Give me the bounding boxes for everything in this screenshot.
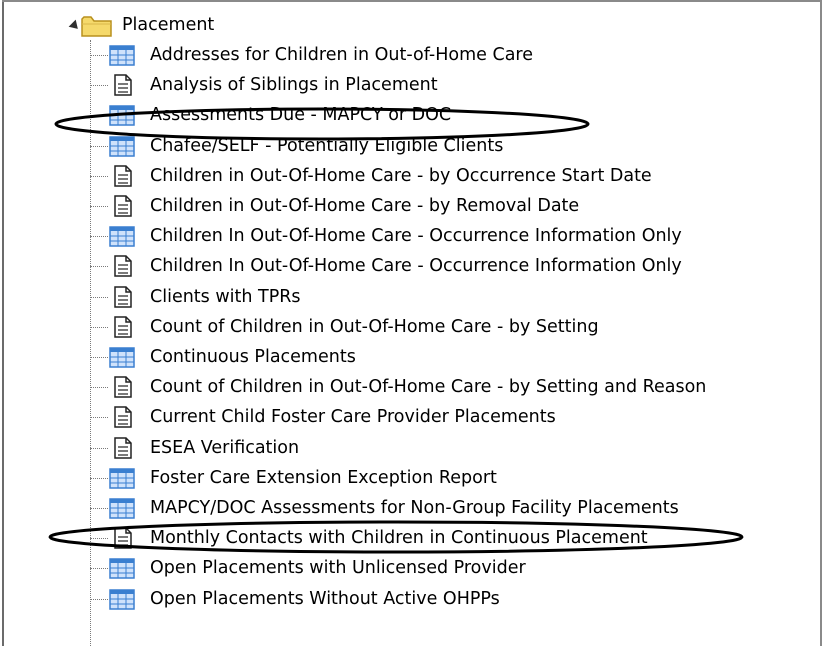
- tree-item-label: Addresses for Children in Out-of-Home Ca…: [150, 45, 534, 65]
- tree-connector-line: [90, 568, 108, 570]
- tree-item-label: Open Placements with Unlicensed Provider: [150, 558, 526, 579]
- document-icon: [114, 406, 132, 429]
- tree-item-label: ESEA Verification: [150, 437, 300, 458]
- report-grid-icon: [109, 135, 135, 157]
- tree-item-label: Chafee/SELF - Potentially Eligible Clien…: [150, 135, 504, 156]
- report-grid-icon: [109, 226, 135, 247]
- tree-connector-line: [90, 266, 108, 268]
- tree-connector-line: [90, 357, 108, 358]
- tree-item-label: Monthly Contacts with Children in Contin…: [150, 528, 648, 549]
- document-icon: [114, 195, 132, 217]
- document-icon: [114, 316, 132, 338]
- document-icon: [114, 255, 132, 278]
- tree-root-label-placement[interactable]: Placement: [122, 10, 214, 40]
- tree-item[interactable]: Count of Children in Out-Of-Home Care - …: [0, 372, 820, 402]
- tree-connector-line: [90, 145, 108, 147]
- report-grid-icon: [109, 347, 135, 368]
- tree-connector-line: [90, 206, 108, 207]
- tree-connector-line: [90, 477, 108, 479]
- tree-connector-line: [90, 538, 108, 540]
- tree-item-label: Continuous Placements: [150, 347, 356, 367]
- document-icon: [114, 436, 132, 459]
- document-icon: [114, 527, 132, 549]
- tree-item[interactable]: ESEA Verification: [0, 433, 820, 463]
- report-grid-icon: [109, 498, 135, 519]
- panel-border-top: [2, 0, 822, 2]
- tree-item[interactable]: Monthly Contacts with Children in Contin…: [0, 523, 820, 553]
- tree-item-label: Open Placements Without Active OHPPs: [150, 588, 500, 609]
- tree-connector-line: [90, 417, 108, 419]
- report-grid-icon: [109, 468, 135, 489]
- tree-connector-line: [90, 296, 108, 298]
- tree-connector-line: [90, 447, 108, 449]
- tree-item-label: Clients with TPRs: [150, 286, 301, 307]
- tree-item[interactable]: Children in Out-Of-Home Care - by Occurr…: [0, 161, 820, 191]
- tree-item-label: Current Child Foster Care Provider Place…: [150, 407, 556, 428]
- tree-item-label: Children in Out-Of-Home Care - by Occurr…: [150, 165, 652, 186]
- tree-connector-line: [90, 508, 108, 509]
- tree-item[interactable]: Foster Care Extension Exception Report: [0, 463, 820, 493]
- tree-item[interactable]: Children In Out-Of-Home Care - Occurrenc…: [0, 221, 820, 251]
- tree-panel: Placement Addresses for Children in Out-…: [0, 0, 830, 646]
- tree-item[interactable]: Children In Out-Of-Home Care - Occurrenc…: [0, 251, 820, 281]
- document-icon: [114, 74, 132, 96]
- tree-item[interactable]: Continuous Placements: [0, 342, 820, 372]
- report-grid-icon: [109, 588, 135, 610]
- tree-item-label: Analysis of Siblings in Placement: [150, 75, 438, 96]
- tree-connector-line: [90, 55, 108, 56]
- tree-item-label: Assessments Due - MAPCY or DOC: [150, 105, 452, 126]
- tree-item-label: Foster Care Extension Exception Report: [150, 467, 497, 488]
- tree-item-label: Count of Children in Out-Of-Home Care - …: [150, 377, 707, 398]
- document-icon: [114, 165, 132, 187]
- tree-connector-line: [90, 115, 108, 117]
- panel-border-right: [820, 0, 822, 646]
- tree-item[interactable]: Open Placements with Unlicensed Provider: [0, 553, 820, 583]
- tree-item-label: Count of Children in Out-Of-Home Care - …: [150, 316, 599, 337]
- tree-item[interactable]: Current Child Foster Care Provider Place…: [0, 402, 820, 432]
- tree-item-label: Children in Out-Of-Home Care - by Remova…: [150, 196, 580, 216]
- tree-connector-line: [90, 175, 108, 177]
- tree-connector-line: [90, 598, 108, 600]
- tree-item[interactable]: Clients with TPRs: [0, 282, 820, 312]
- tree-connector-line: [90, 326, 108, 328]
- tree-item-label: Children In Out-Of-Home Care - Occurrenc…: [150, 256, 682, 277]
- tree-item-label: MAPCY/DOC Assessments for Non-Group Faci…: [150, 498, 679, 518]
- tree-item[interactable]: Analysis of Siblings in Placement: [0, 70, 820, 100]
- tree-item[interactable]: Addresses for Children in Out-of-Home Ca…: [0, 40, 820, 70]
- tree-connector-line: [90, 85, 108, 87]
- tree-item[interactable]: Count of Children in Out-Of-Home Care - …: [0, 312, 820, 342]
- document-icon: [114, 285, 132, 308]
- folder-open-icon: [81, 16, 112, 37]
- tree-item[interactable]: Children in Out-Of-Home Care - by Remova…: [0, 191, 820, 221]
- tree-connector-line: [90, 387, 108, 389]
- document-icon: [114, 376, 132, 398]
- tree-item[interactable]: Chafee/SELF - Potentially Eligible Clien…: [0, 131, 820, 161]
- tree-connector-line: [90, 236, 108, 238]
- report-grid-icon: [109, 105, 135, 127]
- tree-item-label: Children In Out-Of-Home Care - Occurrenc…: [150, 226, 682, 247]
- tree-item[interactable]: Open Placements Without Active OHPPs: [0, 584, 820, 614]
- tree-item[interactable]: MAPCY/DOC Assessments for Non-Group Faci…: [0, 493, 820, 523]
- report-grid-icon: [109, 45, 135, 66]
- tree-item[interactable]: Assessments Due - MAPCY or DOC: [0, 100, 820, 130]
- report-grid-icon: [109, 558, 135, 580]
